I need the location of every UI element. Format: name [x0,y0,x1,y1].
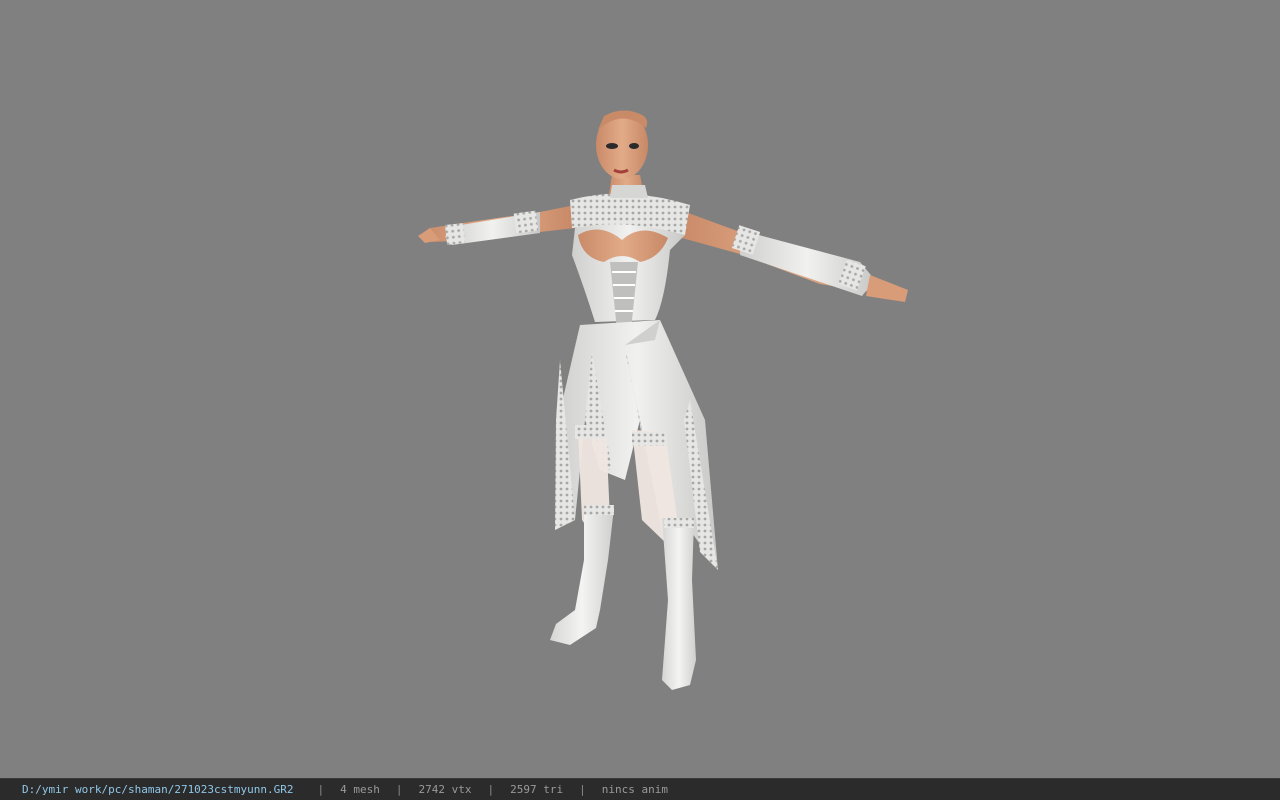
animation-status: nincs anim [601,783,668,796]
separator: | [487,783,495,796]
right-arm [680,210,908,302]
separator: | [317,783,325,796]
left-arm [418,205,575,245]
file-path: D:/ymir work/pc/shaman/271023cstmyunn.GR… [22,783,294,796]
head [596,110,648,179]
vertex-count: 2742 vtx [418,783,472,796]
status-bar: D:/ymir work/pc/shaman/271023cstmyunn.GR… [0,778,1280,800]
boots [550,505,696,690]
mesh-count: 4 mesh [340,783,380,796]
separator: | [579,783,586,796]
triangle-count: 2597 tri [510,783,564,796]
separator: | [395,783,403,796]
3d-viewport[interactable] [0,0,1280,778]
character-model[interactable] [0,0,1280,778]
